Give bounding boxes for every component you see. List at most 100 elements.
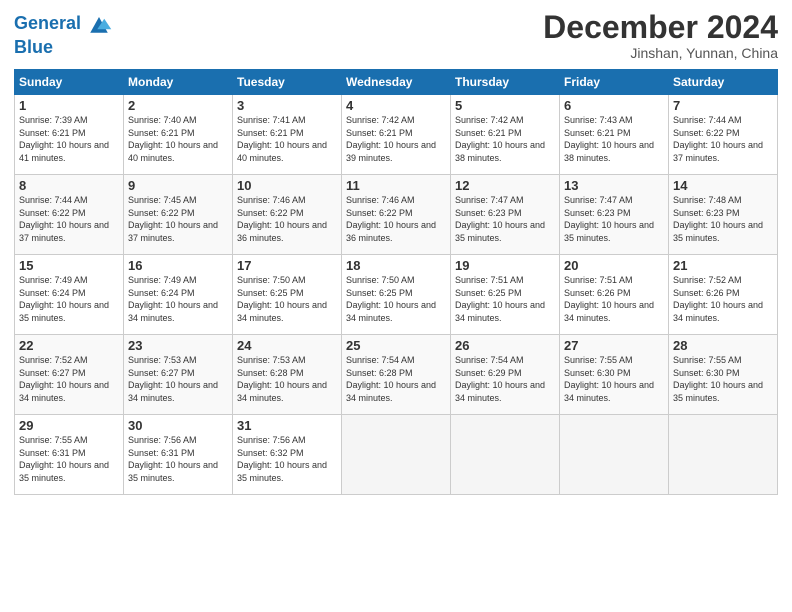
page-container: General Blue December 2024 Jinshan, Yunn… bbox=[0, 0, 792, 505]
day-number: 5 bbox=[455, 98, 555, 113]
day-info: Sunrise: 7:50 AMSunset: 6:25 PMDaylight:… bbox=[237, 274, 337, 324]
day-info: Sunrise: 7:40 AMSunset: 6:21 PMDaylight:… bbox=[128, 114, 228, 164]
day-info: Sunrise: 7:42 AMSunset: 6:21 PMDaylight:… bbox=[346, 114, 446, 164]
header-sunday: Sunday bbox=[15, 70, 124, 95]
day-number: 1 bbox=[19, 98, 119, 113]
day-number: 10 bbox=[237, 178, 337, 193]
day-info: Sunrise: 7:47 AMSunset: 6:23 PMDaylight:… bbox=[455, 194, 555, 244]
day-number: 17 bbox=[237, 258, 337, 273]
day-number: 4 bbox=[346, 98, 446, 113]
day-cell-20: 20Sunrise: 7:51 AMSunset: 6:26 PMDayligh… bbox=[560, 255, 669, 335]
day-number: 18 bbox=[346, 258, 446, 273]
day-info: Sunrise: 7:56 AMSunset: 6:32 PMDaylight:… bbox=[237, 434, 337, 484]
day-number: 13 bbox=[564, 178, 664, 193]
day-info: Sunrise: 7:46 AMSunset: 6:22 PMDaylight:… bbox=[346, 194, 446, 244]
day-info: Sunrise: 7:50 AMSunset: 6:25 PMDaylight:… bbox=[346, 274, 446, 324]
day-info: Sunrise: 7:53 AMSunset: 6:27 PMDaylight:… bbox=[128, 354, 228, 404]
day-info: Sunrise: 7:56 AMSunset: 6:31 PMDaylight:… bbox=[128, 434, 228, 484]
day-cell-16: 16Sunrise: 7:49 AMSunset: 6:24 PMDayligh… bbox=[124, 255, 233, 335]
header-friday: Friday bbox=[560, 70, 669, 95]
day-number: 16 bbox=[128, 258, 228, 273]
day-number: 11 bbox=[346, 178, 446, 193]
empty-cell bbox=[342, 415, 451, 495]
day-info: Sunrise: 7:49 AMSunset: 6:24 PMDaylight:… bbox=[19, 274, 119, 324]
day-cell-31: 31Sunrise: 7:56 AMSunset: 6:32 PMDayligh… bbox=[233, 415, 342, 495]
day-info: Sunrise: 7:53 AMSunset: 6:28 PMDaylight:… bbox=[237, 354, 337, 404]
day-cell-11: 11Sunrise: 7:46 AMSunset: 6:22 PMDayligh… bbox=[342, 175, 451, 255]
day-number: 21 bbox=[673, 258, 773, 273]
week-row-5: 29Sunrise: 7:55 AMSunset: 6:31 PMDayligh… bbox=[15, 415, 778, 495]
day-number: 23 bbox=[128, 338, 228, 353]
day-info: Sunrise: 7:55 AMSunset: 6:31 PMDaylight:… bbox=[19, 434, 119, 484]
day-info: Sunrise: 7:39 AMSunset: 6:21 PMDaylight:… bbox=[19, 114, 119, 164]
day-info: Sunrise: 7:52 AMSunset: 6:26 PMDaylight:… bbox=[673, 274, 773, 324]
day-cell-4: 4Sunrise: 7:42 AMSunset: 6:21 PMDaylight… bbox=[342, 95, 451, 175]
day-cell-30: 30Sunrise: 7:56 AMSunset: 6:31 PMDayligh… bbox=[124, 415, 233, 495]
day-cell-13: 13Sunrise: 7:47 AMSunset: 6:23 PMDayligh… bbox=[560, 175, 669, 255]
day-number: 28 bbox=[673, 338, 773, 353]
day-number: 8 bbox=[19, 178, 119, 193]
week-row-3: 15Sunrise: 7:49 AMSunset: 6:24 PMDayligh… bbox=[15, 255, 778, 335]
day-info: Sunrise: 7:49 AMSunset: 6:24 PMDaylight:… bbox=[128, 274, 228, 324]
calendar-table: SundayMondayTuesdayWednesdayThursdayFrid… bbox=[14, 69, 778, 495]
header-tuesday: Tuesday bbox=[233, 70, 342, 95]
day-cell-28: 28Sunrise: 7:55 AMSunset: 6:30 PMDayligh… bbox=[669, 335, 778, 415]
day-number: 30 bbox=[128, 418, 228, 433]
calendar-header-row: SundayMondayTuesdayWednesdayThursdayFrid… bbox=[15, 70, 778, 95]
day-info: Sunrise: 7:43 AMSunset: 6:21 PMDaylight:… bbox=[564, 114, 664, 164]
day-number: 24 bbox=[237, 338, 337, 353]
location: Jinshan, Yunnan, China bbox=[543, 45, 778, 61]
empty-cell bbox=[560, 415, 669, 495]
day-cell-18: 18Sunrise: 7:50 AMSunset: 6:25 PMDayligh… bbox=[342, 255, 451, 335]
day-cell-8: 8Sunrise: 7:44 AMSunset: 6:22 PMDaylight… bbox=[15, 175, 124, 255]
day-cell-2: 2Sunrise: 7:40 AMSunset: 6:21 PMDaylight… bbox=[124, 95, 233, 175]
logo-icon bbox=[85, 10, 113, 38]
day-info: Sunrise: 7:44 AMSunset: 6:22 PMDaylight:… bbox=[19, 194, 119, 244]
day-number: 20 bbox=[564, 258, 664, 273]
title-block: December 2024 Jinshan, Yunnan, China bbox=[543, 10, 778, 61]
day-number: 15 bbox=[19, 258, 119, 273]
day-cell-14: 14Sunrise: 7:48 AMSunset: 6:23 PMDayligh… bbox=[669, 175, 778, 255]
day-cell-5: 5Sunrise: 7:42 AMSunset: 6:21 PMDaylight… bbox=[451, 95, 560, 175]
week-row-4: 22Sunrise: 7:52 AMSunset: 6:27 PMDayligh… bbox=[15, 335, 778, 415]
day-info: Sunrise: 7:55 AMSunset: 6:30 PMDaylight:… bbox=[673, 354, 773, 404]
day-number: 7 bbox=[673, 98, 773, 113]
logo: General Blue bbox=[14, 10, 113, 58]
header-wednesday: Wednesday bbox=[342, 70, 451, 95]
day-number: 3 bbox=[237, 98, 337, 113]
day-cell-26: 26Sunrise: 7:54 AMSunset: 6:29 PMDayligh… bbox=[451, 335, 560, 415]
day-number: 14 bbox=[673, 178, 773, 193]
day-cell-6: 6Sunrise: 7:43 AMSunset: 6:21 PMDaylight… bbox=[560, 95, 669, 175]
day-cell-21: 21Sunrise: 7:52 AMSunset: 6:26 PMDayligh… bbox=[669, 255, 778, 335]
day-cell-22: 22Sunrise: 7:52 AMSunset: 6:27 PMDayligh… bbox=[15, 335, 124, 415]
day-cell-15: 15Sunrise: 7:49 AMSunset: 6:24 PMDayligh… bbox=[15, 255, 124, 335]
day-info: Sunrise: 7:47 AMSunset: 6:23 PMDaylight:… bbox=[564, 194, 664, 244]
header: General Blue December 2024 Jinshan, Yunn… bbox=[14, 10, 778, 61]
day-cell-1: 1Sunrise: 7:39 AMSunset: 6:21 PMDaylight… bbox=[15, 95, 124, 175]
day-number: 19 bbox=[455, 258, 555, 273]
day-cell-23: 23Sunrise: 7:53 AMSunset: 6:27 PMDayligh… bbox=[124, 335, 233, 415]
day-number: 6 bbox=[564, 98, 664, 113]
day-number: 29 bbox=[19, 418, 119, 433]
logo-blue-text: Blue bbox=[14, 38, 113, 58]
day-number: 9 bbox=[128, 178, 228, 193]
header-saturday: Saturday bbox=[669, 70, 778, 95]
day-info: Sunrise: 7:48 AMSunset: 6:23 PMDaylight:… bbox=[673, 194, 773, 244]
day-cell-3: 3Sunrise: 7:41 AMSunset: 6:21 PMDaylight… bbox=[233, 95, 342, 175]
day-cell-12: 12Sunrise: 7:47 AMSunset: 6:23 PMDayligh… bbox=[451, 175, 560, 255]
day-info: Sunrise: 7:45 AMSunset: 6:22 PMDaylight:… bbox=[128, 194, 228, 244]
empty-cell bbox=[669, 415, 778, 495]
day-info: Sunrise: 7:46 AMSunset: 6:22 PMDaylight:… bbox=[237, 194, 337, 244]
day-info: Sunrise: 7:54 AMSunset: 6:29 PMDaylight:… bbox=[455, 354, 555, 404]
day-info: Sunrise: 7:42 AMSunset: 6:21 PMDaylight:… bbox=[455, 114, 555, 164]
header-thursday: Thursday bbox=[451, 70, 560, 95]
day-cell-24: 24Sunrise: 7:53 AMSunset: 6:28 PMDayligh… bbox=[233, 335, 342, 415]
day-info: Sunrise: 7:51 AMSunset: 6:26 PMDaylight:… bbox=[564, 274, 664, 324]
day-cell-17: 17Sunrise: 7:50 AMSunset: 6:25 PMDayligh… bbox=[233, 255, 342, 335]
day-number: 2 bbox=[128, 98, 228, 113]
day-number: 31 bbox=[237, 418, 337, 433]
day-cell-9: 9Sunrise: 7:45 AMSunset: 6:22 PMDaylight… bbox=[124, 175, 233, 255]
day-number: 12 bbox=[455, 178, 555, 193]
day-cell-27: 27Sunrise: 7:55 AMSunset: 6:30 PMDayligh… bbox=[560, 335, 669, 415]
day-info: Sunrise: 7:55 AMSunset: 6:30 PMDaylight:… bbox=[564, 354, 664, 404]
